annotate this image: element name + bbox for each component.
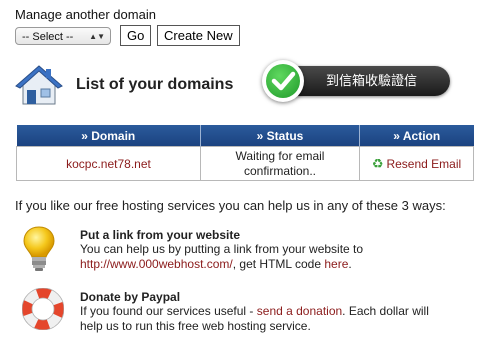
recycle-icon: ♻ (371, 155, 384, 171)
help-intro-text: If you like our free hosting services yo… (15, 198, 446, 213)
way-link-text-1: You can help us by putting a link from y… (80, 242, 364, 256)
way-donate-text-1: If you found our services useful - (80, 304, 257, 318)
way-donate-text: If you found our services useful - send … (80, 304, 470, 334)
way-donate-text-3: help us to run this free web hosting ser… (80, 319, 311, 333)
send-donation-link[interactable]: send a donation (257, 304, 342, 318)
verify-email-badge: 到信箱收驗證信 (262, 60, 452, 102)
way-link-text-3: . (348, 257, 352, 271)
go-button[interactable]: Go (120, 25, 152, 46)
column-header-domain: » Domain (16, 125, 201, 147)
hosting-url-link[interactable]: http://www.000webhost.com/ (80, 257, 233, 271)
create-new-button[interactable]: Create New (157, 25, 240, 46)
select-arrows-icon: ▲▼ (89, 32, 105, 41)
domain-select[interactable]: -- Select -- ▲▼ (15, 27, 111, 45)
domains-table: » Domain » Status » Action kocpc.net78.n… (16, 125, 474, 181)
table-header-row: » Domain » Status » Action (16, 125, 474, 147)
column-header-status: » Status (200, 125, 360, 147)
way-link-text-2: , get HTML code (232, 257, 325, 271)
lifebuoy-icon (22, 288, 64, 330)
manage-domain-label: Manage another domain (15, 7, 156, 22)
domain-link[interactable]: kocpc.net78.net (16, 146, 201, 181)
column-header-action: » Action (359, 125, 474, 147)
table-row: kocpc.net78.net Waiting for email confir… (16, 146, 474, 181)
page-title: List of your domains (76, 76, 234, 93)
resend-email-cell[interactable]: ♻ Resend Email (359, 146, 474, 181)
status-text: Waiting for email confirmation.. (200, 146, 360, 181)
check-icon (262, 60, 304, 102)
domain-select-value: -- Select -- (22, 31, 74, 43)
way-link-title: Put a link from your website (80, 228, 241, 242)
html-code-here-link[interactable]: here (324, 257, 348, 271)
verify-badge-text: 到信箱收驗證信 (326, 73, 418, 88)
resend-email-link[interactable]: Resend Email (386, 157, 461, 171)
house-icon (15, 65, 63, 105)
way-link-text: You can help us by putting a link from y… (80, 242, 400, 272)
way-donate-title: Donate by Paypal (80, 290, 181, 304)
lightbulb-icon (23, 226, 55, 271)
verify-badge-pill: 到信箱收驗證信 (284, 66, 450, 96)
way-donate-text-2: . Each dollar will (342, 304, 429, 318)
